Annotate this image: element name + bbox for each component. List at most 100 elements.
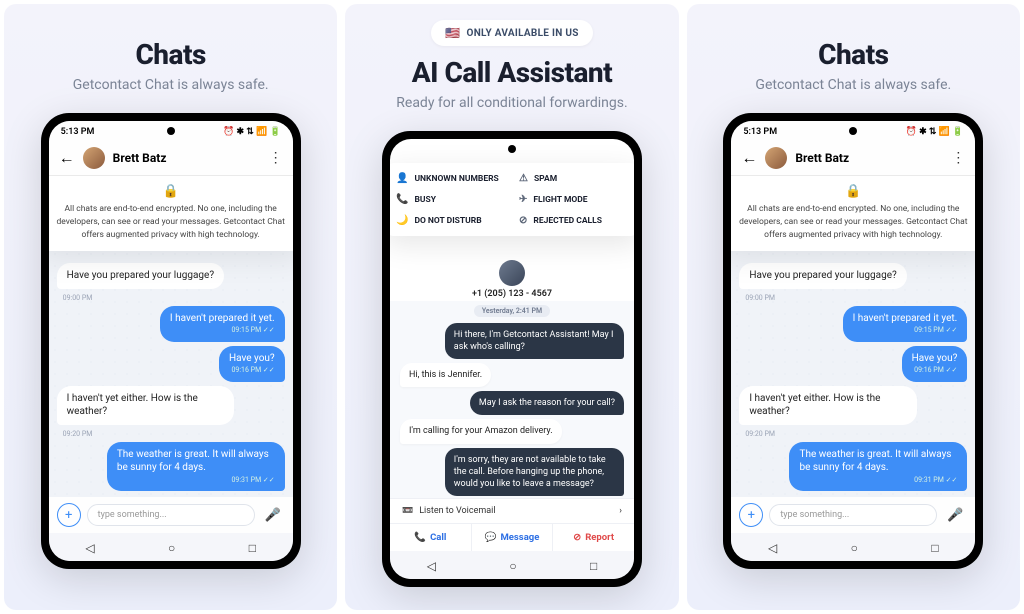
voicemail-icon: 📼 [402, 506, 413, 516]
encryption-text: All chats are end-to-end encrypted. No o… [733, 203, 973, 241]
message-text: I haven't yet either. How is the weather… [749, 393, 880, 418]
add-button[interactable]: + [57, 503, 81, 527]
fwd-busy[interactable]: 📞BUSY [396, 194, 505, 205]
nav-home-icon[interactable]: ○ [509, 559, 516, 573]
contact-name[interactable]: Brett Batz [113, 151, 261, 165]
avatar[interactable] [83, 147, 105, 169]
nav-home-icon[interactable]: ○ [168, 541, 175, 555]
chevron-right-icon: › [619, 506, 622, 516]
assistant-message: I'm sorry, they are not available to tak… [445, 448, 624, 496]
nav-recent-icon[interactable]: □ [590, 559, 597, 573]
fwd-dnd[interactable]: 🌙DO NOT DISTURB [396, 215, 505, 226]
caller-message: I'm calling for your Amazon delivery. [400, 419, 562, 443]
panel-subtitle: Ready for all conditional forwardings. [396, 95, 627, 111]
assistant-message: Hi there, I'm Getcontact Assistant! May … [445, 323, 624, 359]
encryption-card: 🔒 All chats are end-to-end encrypted. No… [731, 176, 975, 251]
camera-dot [167, 127, 175, 135]
timestamp: 09:20 PM [63, 430, 285, 438]
nav-back-icon[interactable]: ◁ [768, 541, 777, 555]
fwd-rejected[interactable]: ⊘REJECTED CALLS [519, 215, 628, 226]
android-nav: ◁ ○ □ [49, 533, 293, 561]
timestamp: 09:16 PM ✓✓ [912, 366, 958, 375]
message-out[interactable]: I haven't prepared it yet. 09:15 PM ✓✓ [160, 306, 285, 342]
mic-button[interactable]: 🎤 [261, 503, 285, 527]
nav-recent-icon[interactable]: □ [249, 541, 256, 555]
chat-row: I haven't prepared it yet. 09:15 PM ✓✓ [739, 306, 967, 342]
message-input[interactable]: type something... [87, 504, 255, 526]
voicemail-row[interactable]: 📼 Listen to Voicemail › [390, 498, 634, 524]
actions-row: 📞Call 💬Message ⊘Report [390, 524, 634, 551]
message-in[interactable]: I haven't yet either. How is the weather… [57, 386, 235, 425]
message-input[interactable]: type something... [769, 504, 937, 526]
chat-row: Have you? 09:16 PM ✓✓ [739, 346, 967, 382]
menu-icon[interactable]: ⋮ [951, 150, 965, 166]
message-text: The weather is great. It will always be … [799, 449, 951, 474]
chat-row: I haven't prepared it yet. 09:15 PM ✓✓ [57, 306, 285, 342]
fwd-unknown-numbers[interactable]: 👤UNKNOWN NUMBERS [396, 173, 505, 184]
chat-row: Have you prepared your luggage? [57, 263, 285, 289]
message-text: Have you prepared your luggage? [749, 270, 896, 281]
input-bar: + type something... 🎤 [49, 497, 293, 533]
panel-chats-left: Chats Getcontact Chat is always safe. 5:… [4, 4, 337, 610]
nav-home-icon[interactable]: ○ [851, 541, 858, 555]
fwd-spam[interactable]: ⚠SPAM [519, 173, 628, 184]
airplane-icon: ✈ [519, 194, 527, 205]
message-out[interactable]: I haven't prepared it yet. 09:15 PM ✓✓ [843, 306, 968, 342]
menu-icon[interactable]: ⋮ [269, 150, 283, 166]
nav-back-icon[interactable]: ◁ [85, 541, 94, 555]
lock-icon: 🔒 [51, 184, 291, 199]
message-in[interactable]: I haven't yet either. How is the weather… [739, 386, 917, 425]
status-icons: ⏰ ✱ ⇅ 📶 🔋 [906, 127, 964, 137]
timestamp: 09:20 PM [745, 430, 967, 438]
caller-info: +1 (205) 123 - 4567 [390, 256, 634, 301]
conversation: Yesterday, 2:41 PM Hi there, I'm Getcont… [390, 301, 634, 498]
back-icon[interactable]: ← [59, 148, 75, 168]
chat-row: The weather is great. It will always be … [57, 442, 285, 491]
message-out[interactable]: Have you? 09:16 PM ✓✓ [219, 346, 285, 382]
mic-button[interactable]: 🎤 [943, 503, 967, 527]
fwd-flight-mode[interactable]: ✈FLIGHT MODE [519, 194, 628, 205]
panel-title: Chats [135, 38, 205, 71]
android-nav: ◁ ○ □ [731, 533, 975, 561]
message-text: I haven't yet either. How is the weather… [67, 393, 198, 418]
date-pill: Yesterday, 2:41 PM [474, 305, 550, 317]
warning-icon: ⚠ [519, 173, 528, 184]
message-out[interactable]: The weather is great. It will always be … [107, 442, 285, 491]
encryption-text: All chats are end-to-end encrypted. No o… [51, 203, 291, 241]
panel-chats-right: Chats Getcontact Chat is always safe. 5:… [687, 4, 1020, 610]
add-button[interactable]: + [739, 503, 763, 527]
panel-title: Chats [818, 38, 888, 71]
message-text: Have you? [229, 353, 275, 364]
voicemail-label: Listen to Voicemail [419, 506, 495, 516]
message-button[interactable]: 💬Message [471, 524, 554, 551]
call-button[interactable]: 📞Call [390, 524, 471, 551]
camera-dot [508, 145, 516, 153]
chat-row: The weather is great. It will always be … [739, 442, 967, 491]
message-text: Have you prepared your luggage? [67, 270, 214, 281]
caller-avatar[interactable] [499, 260, 525, 286]
avatar[interactable] [765, 147, 787, 169]
phone-mock: 👤UNKNOWN NUMBERS ⚠SPAM 📞BUSY ✈FLIGHT MOD… [382, 131, 642, 587]
panel-subtitle: Getcontact Chat is always safe. [73, 77, 269, 93]
phone-screen: 👤UNKNOWN NUMBERS ⚠SPAM 📞BUSY ✈FLIGHT MOD… [390, 139, 634, 579]
message-in[interactable]: Have you prepared your luggage? [57, 263, 224, 289]
timestamp: 09:15 PM ✓✓ [170, 326, 275, 335]
status-time: 5:13 PM [61, 127, 95, 137]
message-text: I haven't prepared it yet. [853, 313, 958, 324]
timestamp: 09:00 PM [745, 294, 967, 302]
block-icon: ⊘ [573, 532, 581, 543]
panel-assistant: 🇺🇸 ONLY AVAILABLE IN US AI Call Assistan… [345, 4, 678, 610]
chat-header: ← Brett Batz ⋮ [731, 141, 975, 176]
message-out[interactable]: Have you? 09:16 PM ✓✓ [902, 346, 968, 382]
back-icon[interactable]: ← [741, 148, 757, 168]
message-in[interactable]: Have you prepared your luggage? [739, 263, 906, 289]
report-button[interactable]: ⊘Report [553, 524, 634, 551]
nav-back-icon[interactable]: ◁ [427, 559, 436, 573]
nav-recent-icon[interactable]: □ [931, 541, 938, 555]
message-out[interactable]: The weather is great. It will always be … [789, 442, 967, 491]
chat-row: I haven't yet either. How is the weather… [739, 386, 967, 425]
us-flag-icon: 🇺🇸 [445, 26, 460, 40]
message-text: I haven't prepared it yet. [170, 313, 275, 324]
contact-name[interactable]: Brett Batz [795, 151, 943, 165]
badge-text: ONLY AVAILABLE IN US [467, 28, 579, 39]
